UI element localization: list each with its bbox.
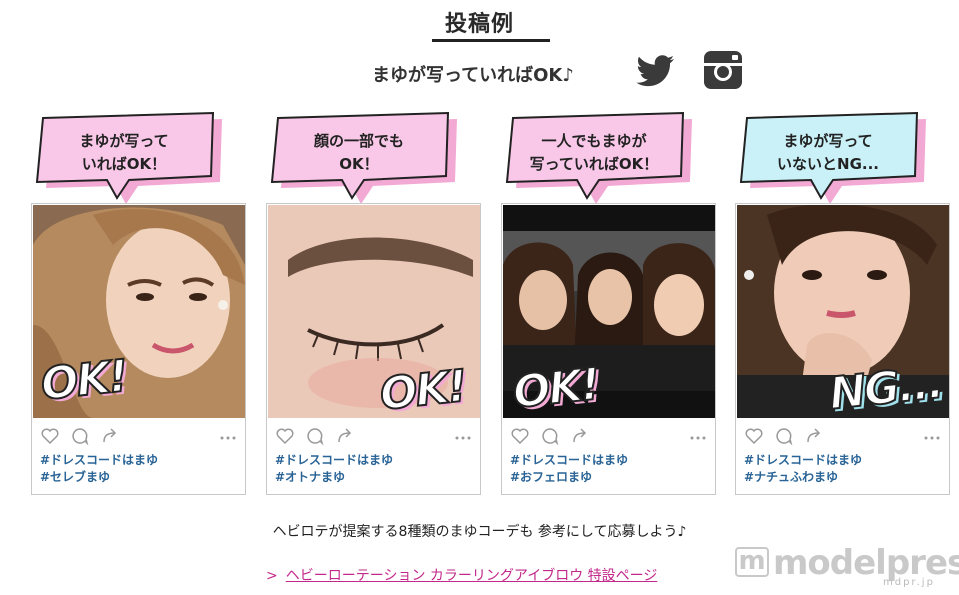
comment-icon[interactable] bbox=[540, 426, 560, 446]
post-frame: OK! #ドレスコードはまゆ #おフェロまゆ bbox=[501, 203, 716, 495]
watermark-mark: m bbox=[735, 547, 769, 577]
hashtag[interactable]: #おフェロまゆ bbox=[510, 469, 628, 486]
heart-icon[interactable] bbox=[510, 426, 530, 446]
eyebrow-closeup-photo: OK! bbox=[268, 205, 480, 418]
share-icon[interactable] bbox=[100, 426, 120, 446]
action-bar bbox=[40, 426, 240, 446]
hashtag[interactable]: #オトナまゆ bbox=[275, 469, 393, 486]
comment-icon[interactable] bbox=[305, 426, 325, 446]
hashtag[interactable]: #ドレスコードはまゆ bbox=[40, 452, 158, 469]
post-frame: OK! #ドレスコードはまゆ #オトナまゆ bbox=[266, 203, 481, 495]
heart-icon[interactable] bbox=[744, 426, 764, 446]
ok-stamp: OK! bbox=[377, 360, 469, 418]
ng-stamp: NG... bbox=[826, 356, 946, 418]
special-page-link-text[interactable]: ヘビーローテーション カラーリングアイブロウ 特設ページ bbox=[286, 568, 658, 584]
hashtags: #ドレスコードはまゆ #おフェロまゆ bbox=[510, 452, 628, 486]
bubble-line-2: いればOK！ bbox=[81, 155, 167, 173]
page-title: 投稿例 bbox=[444, 12, 514, 37]
example-card-1: まゆが写って いればOK！ OK! #ドレスコードはまゆ #セレブまゆ bbox=[31, 111, 246, 495]
share-icon[interactable] bbox=[570, 426, 590, 446]
more-icon[interactable] bbox=[218, 426, 238, 446]
bubble-line-1: 一人でもまゆが bbox=[541, 132, 647, 150]
ok-stamp: OK! bbox=[38, 350, 130, 412]
share-icon[interactable] bbox=[804, 426, 824, 446]
bubble-line-1: まゆが写って bbox=[79, 132, 169, 150]
selfie-photo-ng: NG... bbox=[737, 205, 949, 418]
special-page-link[interactable]: > ヘビーローテーション カラーリングアイブロウ 特設ページ bbox=[266, 565, 657, 585]
speech-bubble: 一人でもまゆが 写っていればOK！ bbox=[503, 111, 693, 204]
more-icon[interactable] bbox=[922, 426, 942, 446]
watermark-sub: mdpr.jp bbox=[883, 577, 935, 588]
bubble-line-2: いないとNG... bbox=[777, 155, 879, 173]
more-icon[interactable] bbox=[688, 426, 708, 446]
twitter-icon[interactable] bbox=[634, 50, 676, 90]
hashtag[interactable]: #セレブまゆ bbox=[40, 469, 158, 486]
hashtags: #ドレスコードはまゆ #セレブまゆ bbox=[40, 452, 158, 486]
cta-text: ヘビロテが提案する8種類のまゆコーデも 参考にして応募しよう♪ bbox=[272, 524, 687, 540]
hashtag[interactable]: #ナチュふわまゆ bbox=[744, 469, 862, 486]
hashtags: #ドレスコードはまゆ #オトナまゆ bbox=[275, 452, 393, 486]
hashtag[interactable]: #ドレスコードはまゆ bbox=[744, 452, 862, 469]
action-bar bbox=[744, 426, 944, 446]
share-icon[interactable] bbox=[335, 426, 355, 446]
more-icon[interactable] bbox=[453, 426, 473, 446]
comment-icon[interactable] bbox=[774, 426, 794, 446]
selfie-photo: OK! bbox=[33, 205, 245, 418]
bubble-line-2: 写っていればOK！ bbox=[529, 155, 659, 173]
instagram-icon[interactable] bbox=[702, 50, 744, 90]
ok-stamp: OK! bbox=[510, 358, 602, 418]
watermark-logo: m modelpress mdpr.jp bbox=[735, 543, 959, 589]
action-bar bbox=[510, 426, 710, 446]
heart-icon[interactable] bbox=[40, 426, 60, 446]
post-frame: OK! #ドレスコードはまゆ #セレブまゆ bbox=[31, 203, 246, 495]
post-frame: NG... #ドレスコードはまゆ #ナチュふわまゆ bbox=[735, 203, 950, 495]
example-card-3: 一人でもまゆが 写っていればOK！ OK! #ドレスコードはまゆ #おフェロまゆ bbox=[501, 111, 716, 495]
group-photo: OK! bbox=[503, 205, 715, 418]
heart-icon[interactable] bbox=[275, 426, 295, 446]
comment-icon[interactable] bbox=[70, 426, 90, 446]
title-underline bbox=[432, 39, 550, 42]
hashtag[interactable]: #ドレスコードはまゆ bbox=[275, 452, 393, 469]
example-card-2: 顔の一部でも OK！ OK! #ドレスコードはまゆ #オトナまゆ bbox=[266, 111, 481, 495]
bubble-line-1: 顔の一部でも bbox=[313, 132, 404, 150]
hashtags: #ドレスコードはまゆ #ナチュふわまゆ bbox=[744, 452, 862, 486]
example-card-4: まゆが写って いないとNG... NG... #ドレスコードはまゆ #ナチュふわ… bbox=[735, 111, 950, 495]
speech-bubble: 顔の一部でも OK！ bbox=[268, 111, 458, 204]
hashtag[interactable]: #ドレスコードはまゆ bbox=[510, 452, 628, 469]
bubble-line-2: OK！ bbox=[339, 155, 379, 173]
bubble-line-1: まゆが写って bbox=[783, 132, 873, 150]
subheading: まゆが写っていればOK♪ bbox=[372, 65, 574, 86]
arrow-icon: > bbox=[266, 568, 278, 584]
speech-bubble: まゆが写って いないとNG... bbox=[737, 111, 927, 204]
action-bar bbox=[275, 426, 475, 446]
speech-bubble: まゆが写って いればOK！ bbox=[33, 111, 223, 204]
